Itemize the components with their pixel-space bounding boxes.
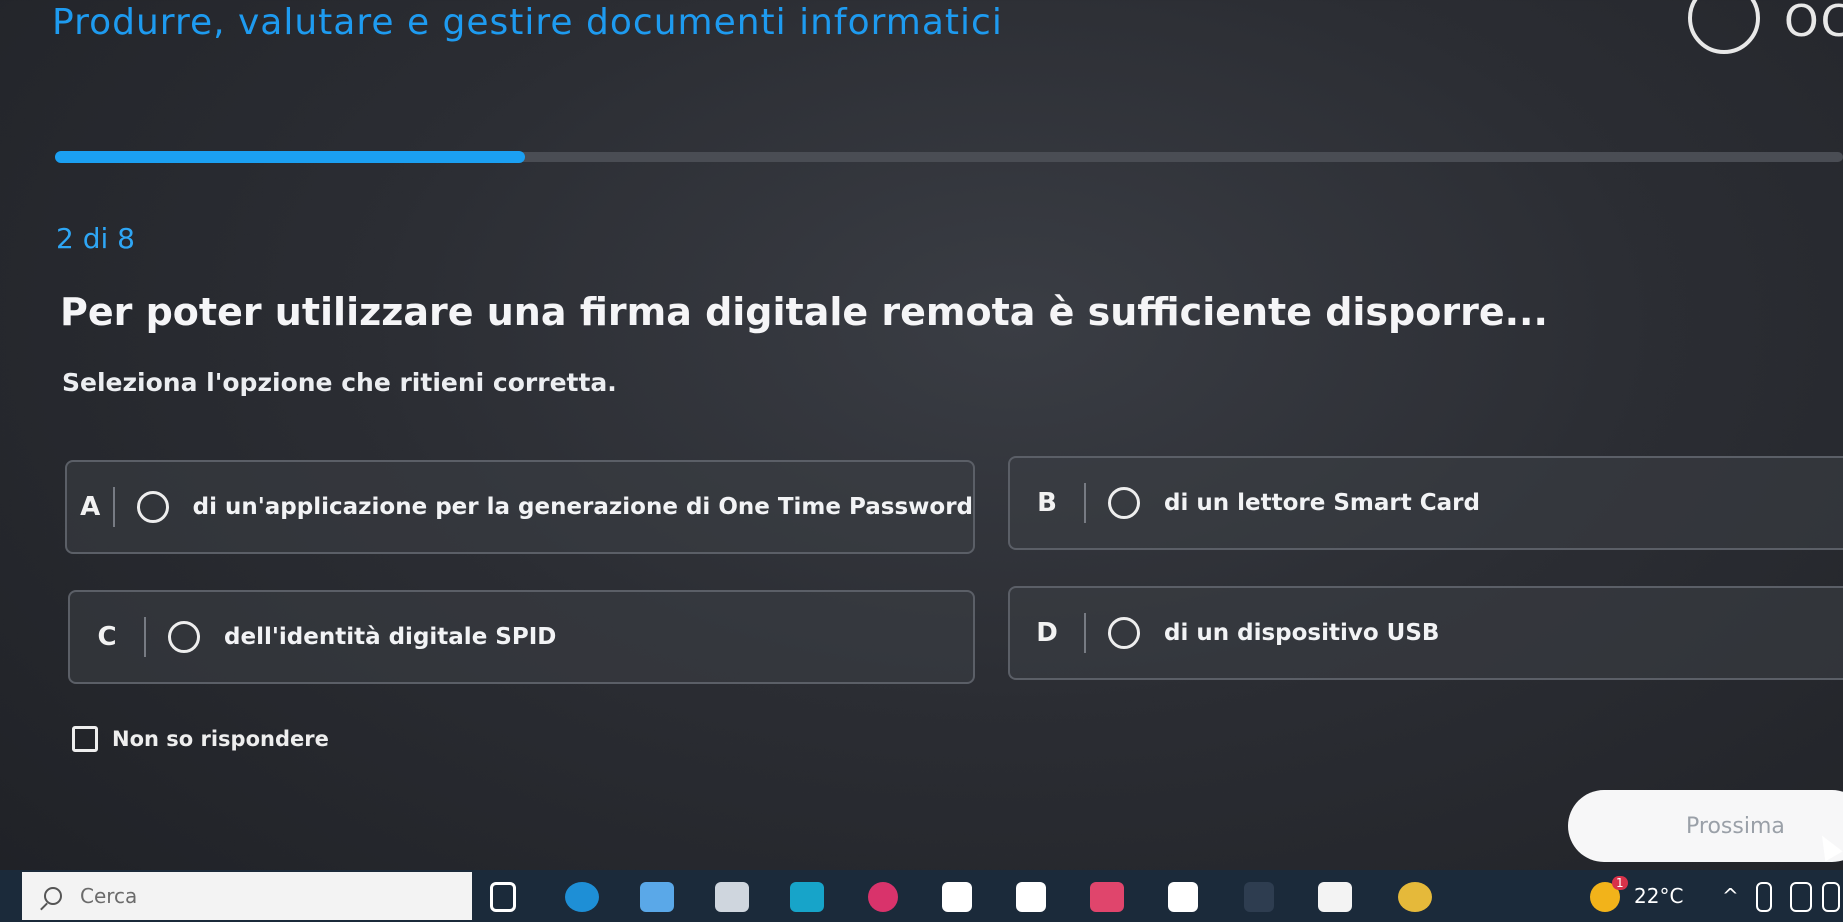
option-a[interactable]: A di un'applicazione per la generazione … [65, 460, 975, 554]
taskbar: Cerca 1 22°C ^ [0, 870, 1843, 922]
option-divider [144, 617, 146, 657]
file-explorer-icon[interactable] [640, 882, 674, 912]
no-answer-option[interactable]: Non so rispondere [72, 726, 329, 752]
checkbox-icon[interactable] [72, 726, 98, 752]
store-icon[interactable] [715, 882, 749, 912]
option-letter: C [97, 622, 117, 652]
search-icon [44, 887, 62, 905]
app-icon[interactable] [1318, 882, 1352, 912]
app-icon[interactable] [1244, 882, 1274, 912]
question-text: Per poter utilizzare una firma digitale … [60, 290, 1548, 334]
radio-icon[interactable] [1108, 617, 1140, 649]
option-c[interactable]: C dell'identità digitale SPID [68, 590, 975, 684]
chevron-up-icon[interactable]: ^ [1722, 884, 1739, 908]
app-icon[interactable] [868, 882, 898, 912]
search-placeholder: Cerca [80, 884, 138, 908]
app-title: Produrre, valutare e gestire documenti i… [52, 2, 1003, 43]
battery-icon[interactable] [1756, 882, 1772, 912]
option-d[interactable]: D di un dispositivo USB [1008, 586, 1843, 680]
volume-icon[interactable] [1822, 882, 1840, 912]
no-answer-label: Non so rispondere [112, 727, 329, 751]
network-icon[interactable] [1790, 882, 1812, 912]
radio-icon[interactable] [1108, 487, 1140, 519]
option-label: di un dispositivo USB [1164, 620, 1440, 646]
option-label: di un lettore Smart Card [1164, 490, 1480, 516]
app-icon[interactable] [1090, 882, 1124, 912]
outlook-icon[interactable] [790, 882, 824, 912]
option-label: dell'identità digitale SPID [224, 624, 557, 650]
question-counter: 2 di 8 [56, 222, 135, 255]
timer-icon [1688, 0, 1760, 54]
app-icon[interactable] [1168, 882, 1198, 912]
app-icon[interactable] [1016, 882, 1046, 912]
progress-fill [55, 151, 525, 163]
option-letter: B [1037, 488, 1057, 518]
option-label: di un'applicazione per la generazione di… [192, 494, 973, 520]
app-icon[interactable] [942, 882, 972, 912]
radio-icon[interactable] [136, 491, 169, 523]
option-b[interactable]: B di un lettore Smart Card [1008, 456, 1843, 550]
option-divider [1084, 483, 1086, 523]
timer-text: OC [1784, 0, 1843, 47]
option-divider [1084, 613, 1086, 653]
taskbar-search[interactable]: Cerca [22, 872, 472, 920]
chrome-icon[interactable] [1398, 882, 1432, 912]
radio-icon[interactable] [168, 621, 200, 653]
weather-badge: 1 [1612, 876, 1628, 890]
instruction-text: Seleziona l'opzione che ritieni corretta… [62, 368, 617, 397]
next-button[interactable]: Prossima [1568, 790, 1843, 862]
edge-icon[interactable] [565, 882, 599, 912]
option-divider [113, 487, 115, 527]
task-view-icon[interactable] [490, 882, 516, 912]
option-letter: D [1036, 618, 1058, 648]
option-letter: A [80, 492, 101, 522]
temperature[interactable]: 22°C [1634, 884, 1683, 908]
